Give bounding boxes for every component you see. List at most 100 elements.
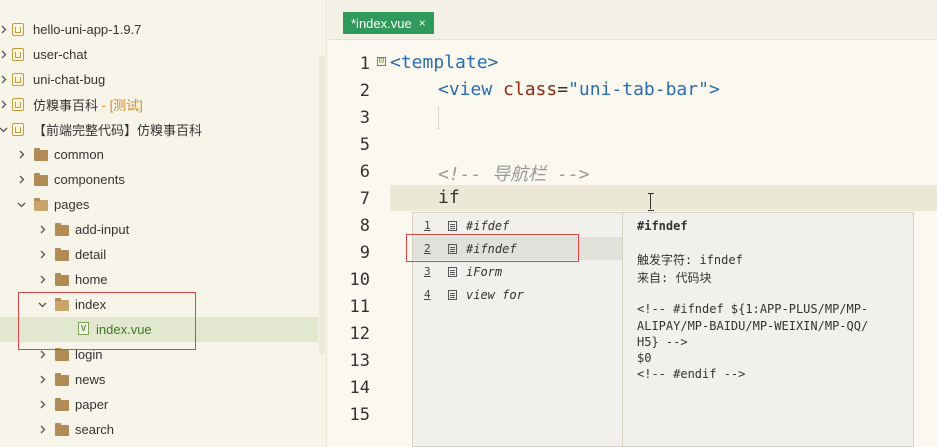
project-icon [12,123,24,136]
line-number: 1 [359,54,370,74]
line-number: 15 [349,405,370,425]
code-editor: *index.vue × 1 2 3 5 6 7 8 9 10 11 12 13 14 15 ⊟ <tem… [328,0,937,447]
close-icon[interactable]: × [419,16,426,30]
tree-item-label: paper [75,397,109,412]
tree-folder-item[interactable]: paper [0,392,318,417]
line-number: 9 [359,243,370,263]
tree-item-label: components [54,172,125,187]
tree-project-item[interactable]: 【前端完整代码】仿糗事百科 [0,117,318,142]
chevron-right-icon[interactable] [37,275,47,285]
chevron-right-icon[interactable] [37,350,47,360]
snippet-icon [448,266,457,277]
tree-item-label: search [75,422,115,437]
indent-guide [438,107,439,129]
chevron-right-icon[interactable] [0,75,8,85]
folder-icon [55,248,69,261]
tree-file-item[interactable]: Vindex.vue [0,317,318,342]
chevron-down-icon[interactable] [16,200,26,210]
chevron-right-icon[interactable] [0,25,8,35]
tree-folder-item[interactable]: news [0,367,318,392]
project-tag: - [测试] [98,98,143,113]
tree-folder-item[interactable]: login [0,342,318,367]
tree-project-item[interactable]: uni-chat-bug [0,67,318,92]
autocomplete-popup: 1 #ifdef 2 #ifndef 3 iForm 4 view for #ifndef 触… [412,212,914,447]
suggestion-item[interactable]: 4 view for [413,283,622,306]
detail-snippet-line: <!-- #endif --> [637,367,746,381]
code-line-6[interactable]: if [438,187,460,208]
suggestion-index: 3 [424,265,431,278]
code-line-2[interactable]: <view class="uni-tab-bar"> [438,79,720,100]
sidebar-scrollbar[interactable] [319,55,325,355]
chevron-right-icon[interactable] [37,425,47,435]
chevron-right-icon[interactable] [0,100,8,110]
folder-icon [55,373,69,386]
detail-snippet-line: H5} --> [637,335,688,349]
fold-icon[interactable]: ⊟ [377,57,386,66]
project-icon [12,98,24,111]
tree-item-label: index.vue [96,322,152,337]
tree-item-label: 仿糗事百科 - [测试] [33,98,143,113]
suggestion-item[interactable]: 1 #ifdef [413,214,622,237]
chevron-down-icon[interactable] [0,125,8,135]
template-tag: <template> [390,52,499,73]
tree-item-label: pages [54,197,90,212]
code-line-1[interactable]: <template> [390,52,498,73]
folder-icon [55,423,69,436]
suggestion-label: view for [466,287,524,302]
tree-folder-item[interactable]: pages [0,192,318,217]
folder-icon [34,198,48,211]
line-number: 12 [349,324,370,344]
folder-icon [34,173,48,186]
tree-item-label: add-input [75,222,130,237]
suggestion-label: #ifndef [466,241,517,256]
tree-item-label: home [75,272,108,287]
tree-folder-item[interactable]: detail [0,242,318,267]
suggestion-item[interactable]: 2 #ifndef [413,237,622,260]
line-number: 11 [349,297,370,317]
detail-title: #ifndef [637,219,688,233]
tree-folder-item[interactable]: home [0,267,318,292]
line-number: 13 [349,351,370,371]
snippet-icon [448,243,457,254]
chevron-right-icon[interactable] [16,175,26,185]
tree-project-item[interactable]: user-chat [0,42,318,67]
tree-folder-item[interactable]: add-input [0,217,318,242]
tree-folder-item[interactable]: search [0,417,318,442]
view-tag-open: <view [438,79,504,100]
folder-icon [55,273,69,286]
suggestion-list: 1 #ifdef 2 #ifndef 3 iForm 4 view for [413,213,623,447]
chevron-right-icon[interactable] [37,400,47,410]
detail-snippet-line: <!-- #ifndef ${1:APP-PLUS/MP/MP- [637,302,869,316]
folder-icon [55,398,69,411]
chevron-down-icon[interactable] [37,300,47,310]
tree-item-label: detail [75,247,107,262]
detail-source: 来自: 代码块 [637,271,712,285]
typed-text: if [438,187,460,208]
current-line-highlight [390,185,937,211]
detail-trigger: 触发字符: ifndef [637,253,743,267]
tree-project-item[interactable]: hello-uni-app-1.9.7 [0,17,318,42]
code-line-5[interactable]: <!-- 导航栏 --> [438,160,590,186]
suggestion-index: 2 [424,242,431,255]
chevron-right-icon[interactable] [37,250,47,260]
chevron-right-icon[interactable] [0,50,8,60]
class-attr: class [503,79,558,100]
folder-icon [55,348,69,361]
view-tag-close: > [708,79,720,100]
line-number: 5 [359,135,370,155]
folder-icon [55,223,69,236]
tree-folder-item[interactable]: index [0,292,318,317]
tree-item-label: 【前端完整代码】仿糗事百科 [33,123,203,138]
project-icon [12,73,24,86]
class-value: "uni-tab-bar" [568,79,709,100]
suggestion-label: #ifdef [466,218,510,233]
chevron-right-icon[interactable] [37,225,47,235]
tab-index-vue[interactable]: *index.vue × [343,12,434,34]
chevron-right-icon[interactable] [16,150,26,160]
tree-folder-item[interactable]: components [0,167,318,192]
vue-file-icon: V [78,322,89,335]
suggestion-item[interactable]: 3 iForm [413,260,622,283]
chevron-right-icon[interactable] [37,375,47,385]
tree-folder-item[interactable]: common [0,142,318,167]
tree-project-item[interactable]: 仿糗事百科 - [测试] [0,92,318,117]
